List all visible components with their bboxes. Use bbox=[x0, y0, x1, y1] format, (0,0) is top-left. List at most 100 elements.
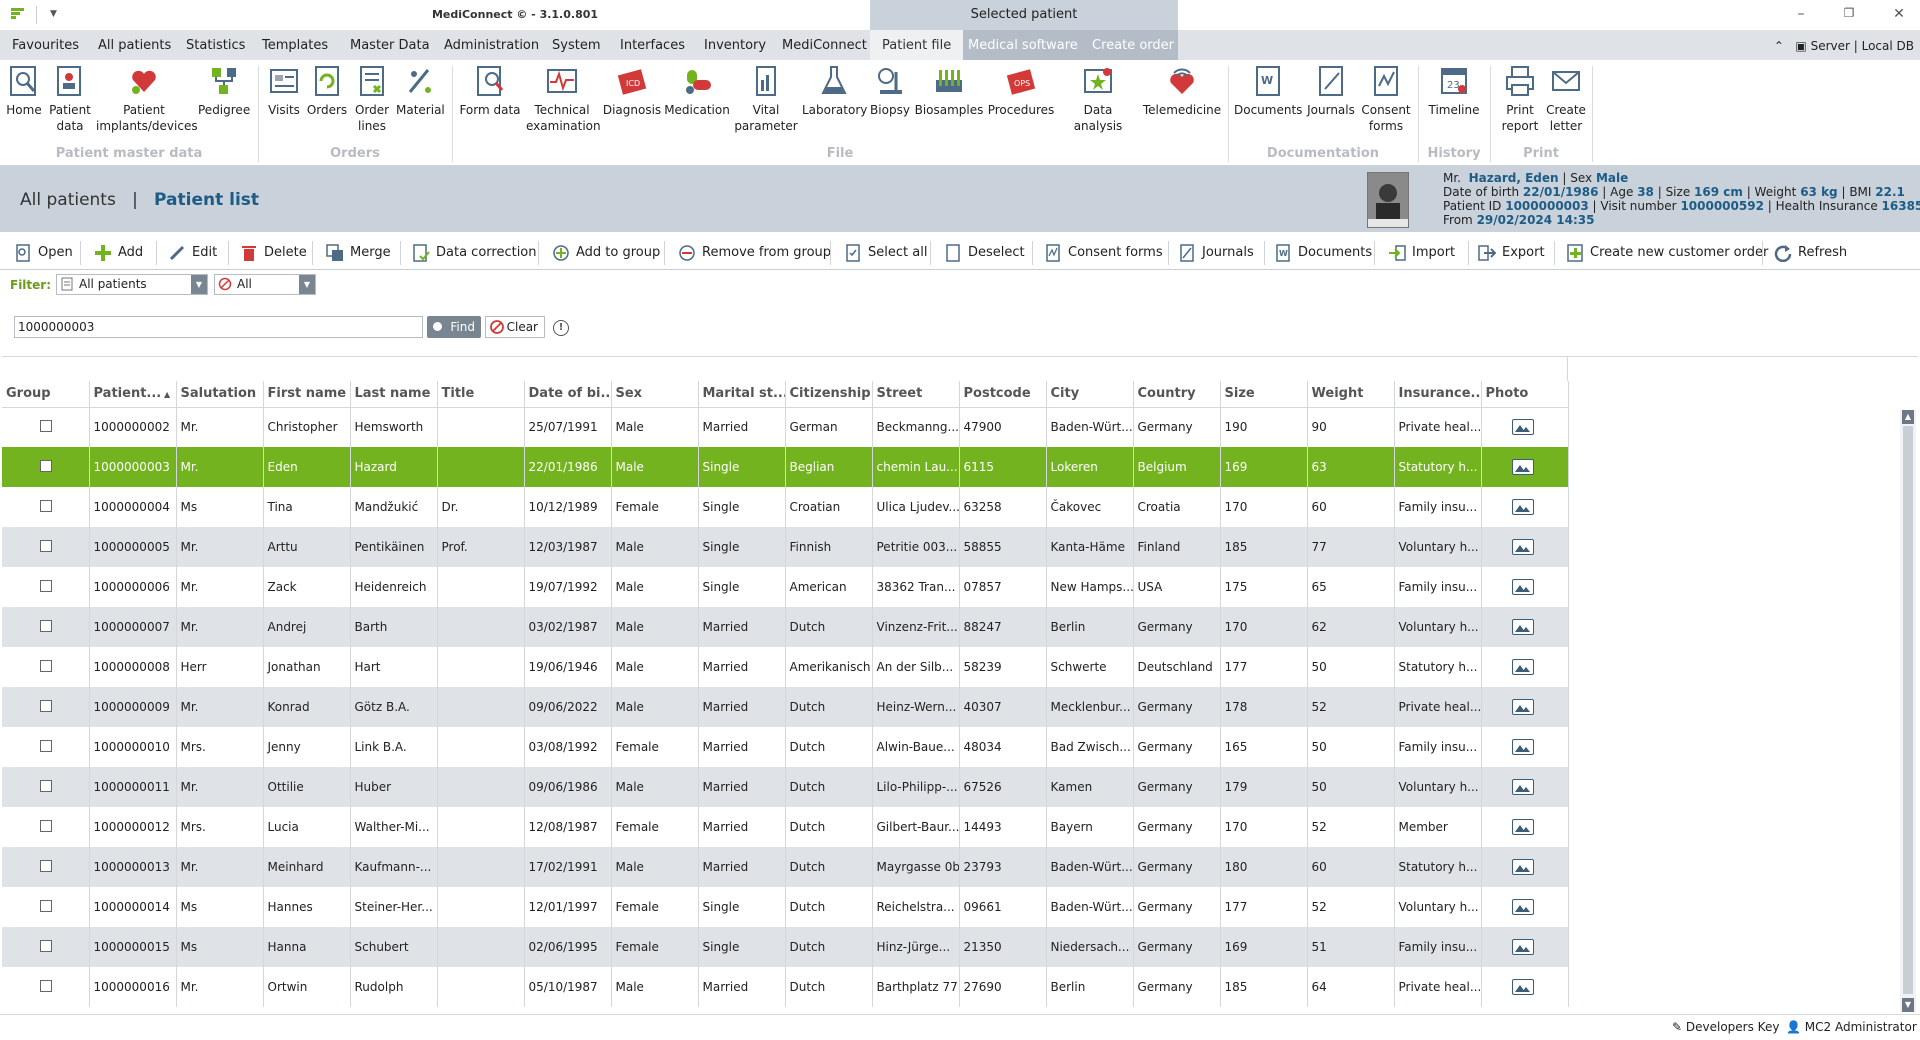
image-icon[interactable] bbox=[1511, 939, 1534, 955]
import-button[interactable]: Import bbox=[1386, 240, 1455, 266]
menu-templates[interactable]: Templates bbox=[256, 30, 334, 60]
create-new-customer-order-button[interactable]: Create new customer order bbox=[1564, 240, 1768, 266]
image-icon[interactable] bbox=[1511, 899, 1534, 915]
merge-button[interactable]: Merge bbox=[324, 240, 391, 266]
row-checkbox[interactable] bbox=[40, 619, 52, 632]
image-icon[interactable] bbox=[1511, 739, 1534, 755]
ribbon-patient-implants-button[interactable]: Patient implants/devices bbox=[96, 64, 198, 134]
ribbon-documents-button[interactable]: W Documents bbox=[1234, 64, 1302, 118]
row-checkbox[interactable] bbox=[40, 939, 52, 952]
image-icon[interactable] bbox=[1511, 699, 1534, 715]
scroll-down-icon[interactable]: ▼ bbox=[1902, 998, 1914, 1012]
image-icon[interactable] bbox=[1511, 419, 1534, 436]
menu-mediconnect[interactable]: MediConnect bbox=[776, 30, 873, 60]
column-header[interactable]: First name bbox=[263, 381, 351, 408]
table-row[interactable]: 1000000016 Mr. Ortwin Rudolph 05/10/1987 Male… bbox=[2, 967, 1569, 1007]
export-button[interactable]: Export bbox=[1476, 240, 1545, 266]
ribbon-telemedicine-button[interactable]: Telemedicine bbox=[1140, 64, 1224, 118]
column-header[interactable]: Citizenship bbox=[785, 381, 873, 408]
ribbon-form-data-button[interactable]: Form data bbox=[458, 64, 522, 118]
row-checkbox[interactable] bbox=[40, 659, 52, 672]
ribbon-orders-button[interactable]: Orders bbox=[306, 64, 348, 118]
table-row[interactable]: 1000000014 Ms Hannes Steiner-Her... 12/01/19… bbox=[2, 887, 1569, 927]
table-row[interactable]: 1000000008 Herr Jonathan Hart 19/06/1946 Male… bbox=[2, 647, 1569, 687]
ribbon-vital-parameter-button[interactable]: Vital parameter bbox=[732, 64, 800, 134]
breadcrumb-all-patients[interactable]: All patients bbox=[20, 190, 116, 210]
column-header[interactable]: Patient... ▲ bbox=[89, 381, 177, 408]
ribbon-journals-button[interactable]: Journals bbox=[1304, 64, 1358, 118]
menu-all-patients[interactable]: All patients bbox=[92, 30, 177, 60]
restore-icon[interactable]: ❐ bbox=[1834, 6, 1864, 20]
collapse-ribbon-icon[interactable]: ⌃ bbox=[1774, 39, 1784, 53]
menu-master-data[interactable]: Master Data bbox=[344, 30, 436, 60]
image-icon[interactable] bbox=[1511, 539, 1534, 555]
add-button[interactable]: Add bbox=[92, 240, 143, 266]
table-row[interactable]: 1000000011 Mr. Ottilie Huber 09/06/1986 Male M… bbox=[2, 767, 1569, 807]
consent-forms-button[interactable]: Consent forms bbox=[1042, 240, 1163, 266]
open-button[interactable]: Open bbox=[12, 240, 73, 266]
menu-system[interactable]: System bbox=[546, 30, 606, 60]
table-row[interactable]: 1000000013 Mr. Meinhard Kaufmann-... 17/02/1… bbox=[2, 847, 1569, 887]
image-icon[interactable] bbox=[1511, 579, 1534, 595]
row-checkbox[interactable] bbox=[40, 499, 52, 512]
search-input[interactable]: 1000000003 bbox=[14, 316, 423, 338]
image-icon[interactable] bbox=[1511, 499, 1534, 515]
add-to-group-button[interactable]: Add to group bbox=[550, 240, 660, 266]
row-checkbox[interactable] bbox=[40, 699, 52, 712]
table-row[interactable]: 1000000007 Mr. Andrej Barth 03/02/1987 Male Ma… bbox=[2, 607, 1569, 647]
table-row[interactable]: 1000000003 Mr. Eden Hazard 22/01/1986 Male Sin… bbox=[2, 447, 1569, 487]
menu-statistics[interactable]: Statistics bbox=[180, 30, 251, 60]
row-checkbox[interactable] bbox=[40, 579, 52, 592]
column-header[interactable]: Photo bbox=[1481, 381, 1569, 408]
ribbon-procedures-button[interactable]: OPS Procedures bbox=[986, 64, 1056, 118]
documents-button[interactable]: W Documents bbox=[1272, 240, 1372, 266]
ribbon-diagnosis-button[interactable]: ICD Diagnosis bbox=[602, 64, 662, 118]
image-icon[interactable] bbox=[1511, 979, 1534, 995]
row-checkbox[interactable] bbox=[40, 539, 52, 552]
ribbon-laboratory-button[interactable]: Laboratory bbox=[802, 64, 867, 118]
refresh-button[interactable]: Refresh bbox=[1772, 240, 1847, 266]
image-icon[interactable] bbox=[1511, 819, 1534, 835]
menu-favourites[interactable]: Favourites bbox=[6, 30, 85, 60]
table-row[interactable]: 1000000005 Mr. Arttu Pentikäinen Prof. 12/03/… bbox=[2, 527, 1569, 567]
column-header[interactable]: Insurance... bbox=[1394, 381, 1482, 408]
clear-button[interactable]: Clear bbox=[485, 316, 545, 338]
ribbon-create-letter-button[interactable]: Create letter bbox=[1546, 64, 1586, 134]
column-header[interactable]: Group bbox=[2, 381, 90, 408]
ribbon-timeline-button[interactable]: 23 Timeline bbox=[1424, 64, 1484, 118]
ribbon-data-analysis-button[interactable]: Data analysis bbox=[1058, 64, 1138, 134]
ribbon-order-lines-button[interactable]: Order lines bbox=[352, 64, 392, 134]
ribbon-print-report-button[interactable]: Print report bbox=[1496, 64, 1544, 134]
column-header[interactable]: Salutation bbox=[176, 381, 264, 408]
column-header[interactable]: Country bbox=[1133, 381, 1221, 408]
ribbon-patient-data-button[interactable]: Patient data bbox=[48, 64, 92, 134]
column-header[interactable]: Date of bi... bbox=[524, 381, 612, 408]
menu-patient-file[interactable]: Patient file bbox=[870, 30, 964, 60]
ribbon-pedigree-button[interactable]: Pedigree bbox=[198, 64, 250, 118]
row-checkbox[interactable] bbox=[40, 739, 52, 752]
ribbon-medication-button[interactable]: Medication bbox=[664, 64, 730, 118]
menu-administration[interactable]: Administration bbox=[438, 30, 545, 60]
delete-button[interactable]: Delete bbox=[238, 240, 307, 266]
row-checkbox[interactable] bbox=[40, 779, 52, 792]
table-row[interactable]: 1000000004 Ms Tina Mandžukić Dr. 10/12/1989 Fe… bbox=[2, 487, 1569, 527]
column-header[interactable]: Postcode bbox=[959, 381, 1047, 408]
edit-button[interactable]: Edit bbox=[166, 240, 217, 266]
table-row[interactable]: 1000000012 Mrs. Lucia Walther-Mi... 12/08/19… bbox=[2, 807, 1569, 847]
minimize-icon[interactable]: – bbox=[1786, 6, 1816, 22]
scroll-thumb[interactable] bbox=[1903, 426, 1913, 994]
image-icon[interactable] bbox=[1511, 859, 1534, 875]
column-header[interactable]: Title bbox=[437, 381, 525, 408]
ribbon-consent-forms-button[interactable]: Consent forms bbox=[1360, 64, 1412, 134]
image-icon[interactable] bbox=[1511, 619, 1534, 635]
vertical-scrollbar[interactable]: ▲ ▼ bbox=[1900, 410, 1916, 1012]
menu-medical-software[interactable]: Medical software bbox=[962, 30, 1084, 60]
ribbon-biopsy-button[interactable]: Biopsy bbox=[868, 64, 912, 118]
row-checkbox[interactable] bbox=[40, 859, 52, 872]
select-all-button[interactable]: Select all bbox=[842, 240, 927, 266]
ribbon-biosamples-button[interactable]: Biosamples bbox=[914, 64, 984, 118]
image-icon[interactable] bbox=[1511, 459, 1534, 475]
column-header[interactable]: Last name bbox=[350, 381, 438, 408]
row-checkbox[interactable] bbox=[40, 819, 52, 832]
image-icon[interactable] bbox=[1511, 659, 1534, 675]
